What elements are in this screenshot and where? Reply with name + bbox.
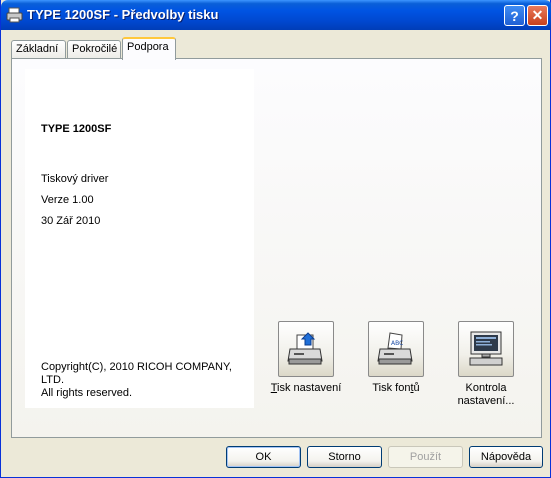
copyright-text: Copyright(C), 2010 RICOH COMPANY, LTD. A… <box>41 361 256 400</box>
preferences-dialog: TYPE 1200SF - Předvolby tisku ? ✕ Základ… <box>0 0 551 478</box>
tab-advanced[interactable]: Pokročilé <box>67 40 121 59</box>
close-icon: ✕ <box>531 7 544 23</box>
check-settings-button[interactable] <box>458 321 514 377</box>
printer-fonts-icon: ABC <box>377 332 413 365</box>
driver-label: Tiskový driver <box>41 173 109 185</box>
help-icon: ? <box>510 7 519 24</box>
cancel-button[interactable]: Storno <box>307 446 382 468</box>
title-bar[interactable]: TYPE 1200SF - Předvolby tisku ? ✕ <box>1 0 551 30</box>
ok-button[interactable]: OK <box>226 446 301 468</box>
help-title-button[interactable]: ? <box>504 5 525 26</box>
check-settings-label: Kontrola nastavení... <box>457 382 515 407</box>
window-title: TYPE 1200SF - Předvolby tisku <box>27 7 219 22</box>
apply-button[interactable]: Použít <box>388 446 463 468</box>
printer-settings-icon <box>287 332 323 365</box>
close-button[interactable]: ✕ <box>527 5 548 26</box>
printer-icon <box>6 7 23 23</box>
print-settings-label: Tisk nastavení <box>270 382 342 394</box>
svg-text:ABC: ABC <box>391 340 403 347</box>
copyright-line: Copyright(C), 2010 RICOH COMPANY, LTD. <box>41 361 232 386</box>
print-fonts-label: Tisk fontů <box>372 382 420 394</box>
tab-basic[interactable]: Základní <box>11 40 66 59</box>
driver-date: 30 Zář 2010 <box>41 215 101 227</box>
support-panel: TYPE 1200SF Tiskový driver Verze 1.00 30… <box>11 58 542 438</box>
rights-line: All rights reserved. <box>41 387 133 399</box>
driver-info-box: TYPE 1200SF Tiskový driver Verze 1.00 30… <box>25 69 254 408</box>
tab-support[interactable]: Podpora <box>122 37 176 60</box>
help-button[interactable]: Nápověda <box>469 446 543 468</box>
print-settings-button[interactable] <box>278 321 334 377</box>
computer-monitor-icon <box>469 331 503 366</box>
print-fonts-button[interactable]: ABC <box>368 321 424 377</box>
model-name: TYPE 1200SF <box>41 123 112 135</box>
driver-version: Verze 1.00 <box>41 194 94 206</box>
